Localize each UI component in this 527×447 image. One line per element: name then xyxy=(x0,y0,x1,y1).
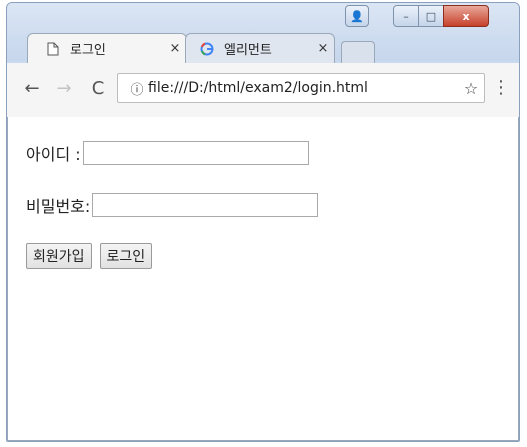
password-input[interactable] xyxy=(92,193,319,217)
minimize-button[interactable]: – xyxy=(393,5,419,27)
signup-button[interactable]: 회원가입 xyxy=(26,243,92,269)
close-tab-icon[interactable]: × xyxy=(164,41,186,56)
id-label: 아이디 : xyxy=(26,145,81,164)
forward-icon[interactable]: → xyxy=(53,77,75,99)
user-icon[interactable]: 👤 xyxy=(345,5,369,27)
maximize-button[interactable]: □ xyxy=(418,5,444,27)
close-window-button[interactable]: x xyxy=(443,5,489,27)
login-button[interactable]: 로그인 xyxy=(99,243,153,269)
menu-icon[interactable]: ⋮ xyxy=(491,77,511,99)
page-icon xyxy=(46,42,60,56)
tab-label: 엘리먼트 xyxy=(224,43,272,58)
new-tab-button[interactable] xyxy=(341,41,375,63)
address-bar[interactable]: ⓘ file:///D:/html/exam2/login.html ☆ xyxy=(117,73,485,103)
id-row: 아이디 : xyxy=(26,141,309,165)
password-label: 비밀번호: xyxy=(26,197,91,216)
close-tab-icon[interactable]: × xyxy=(312,41,334,56)
page-content: 아이디 : 비밀번호: 회원가입 로그인 xyxy=(7,117,519,441)
info-icon[interactable]: ⓘ xyxy=(126,79,148,98)
tab-login[interactable]: 로그인 × xyxy=(27,33,187,63)
button-group: 회원가입 로그인 xyxy=(26,243,153,269)
password-row: 비밀번호: xyxy=(26,193,319,217)
tab-element[interactable]: 엘리먼트 × xyxy=(185,33,335,63)
browser-window: 👤 – □ x 로그인 × 엘리먼트 × ← → C ⓘ file:///D:/… xyxy=(6,2,520,442)
browser-toolbar: ← → C ⓘ file:///D:/html/exam2/login.html… xyxy=(7,63,519,118)
title-bar: 👤 – □ x 로그인 × 엘리먼트 × xyxy=(7,3,519,63)
id-input[interactable] xyxy=(82,141,309,165)
url-text[interactable]: file:///D:/html/exam2/login.html xyxy=(148,80,458,96)
bookmark-star-icon[interactable]: ☆ xyxy=(458,79,484,98)
tab-label: 로그인 xyxy=(70,43,106,58)
reload-icon[interactable]: C xyxy=(87,77,109,99)
back-icon[interactable]: ← xyxy=(21,77,43,99)
google-icon xyxy=(200,42,214,56)
